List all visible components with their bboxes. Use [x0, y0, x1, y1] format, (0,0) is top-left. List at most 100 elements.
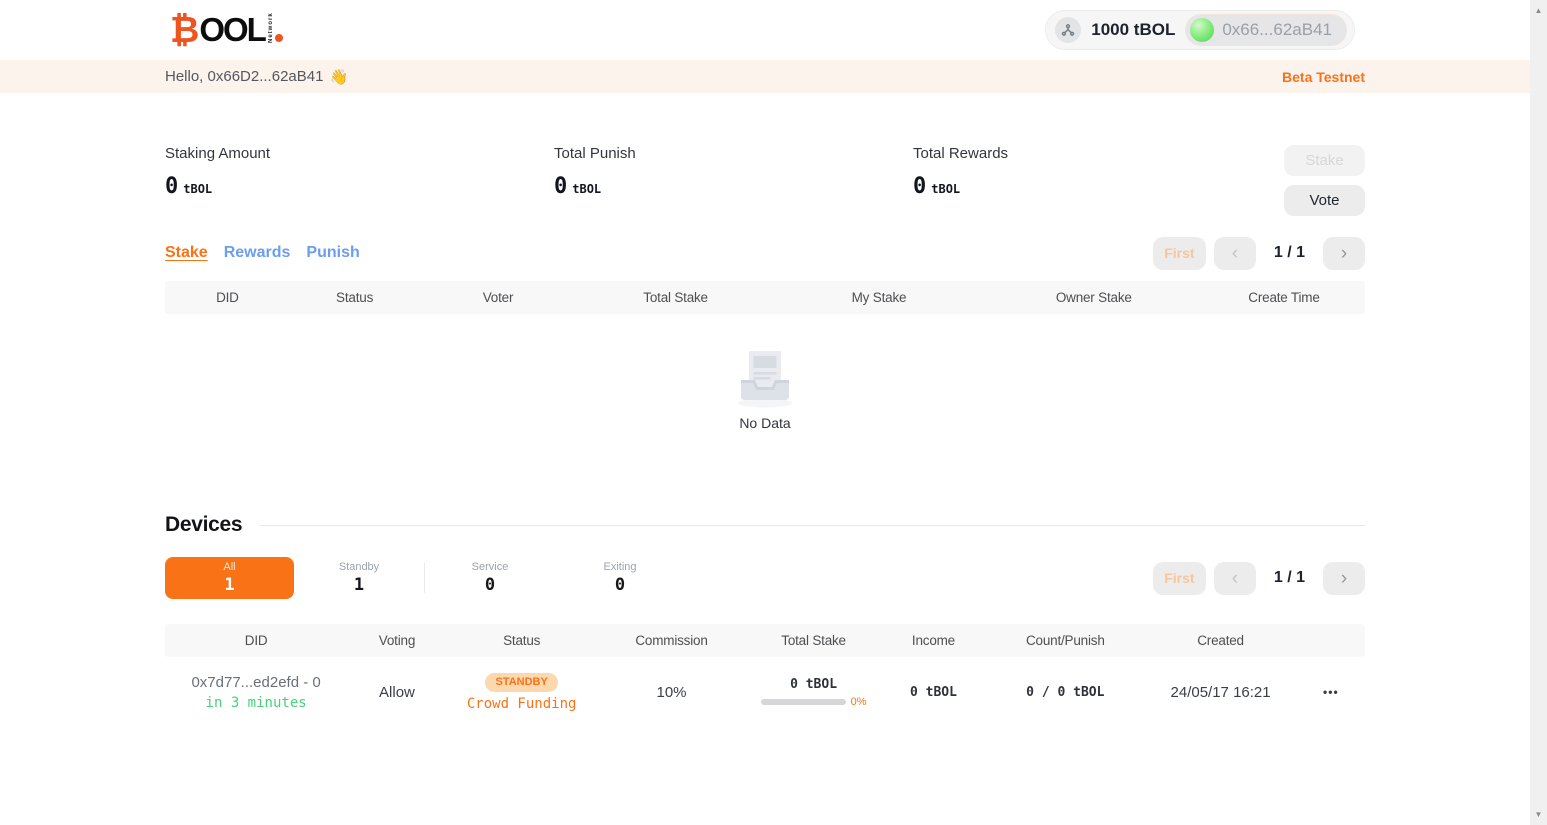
- logo-letters: OOL: [199, 15, 265, 45]
- column-header-status: Status: [290, 290, 420, 305]
- tab-punish[interactable]: Punish: [306, 244, 359, 262]
- logo-dot: [275, 34, 283, 42]
- chevron-left-icon: ‹: [1232, 569, 1238, 588]
- divider-line: [260, 525, 1365, 526]
- token-balance: 1000 tBOL: [1091, 20, 1175, 40]
- device-filters: All 1 Standby 1 Service 0 Exiting 0: [165, 557, 685, 599]
- column-header-created: Created: [1144, 633, 1296, 648]
- devices-header: Devices: [165, 513, 1365, 537]
- chevron-right-icon: ›: [1341, 569, 1347, 588]
- column-header-count-punish: Count/Punish: [986, 633, 1144, 648]
- stake-tabs-row: Stake Rewards Punish First ‹ 1 / 1 ›: [165, 236, 1365, 270]
- column-header-owner-stake: Owner Stake: [983, 290, 1204, 305]
- column-header-commission: Commission: [597, 633, 747, 648]
- device-income-cell: 0 tBOL: [881, 685, 987, 700]
- filter-value: 1: [224, 574, 234, 596]
- hello-bar: Hello, 0x66D2...62aB41 👋 Beta Testnet: [0, 60, 1530, 93]
- no-data-label: No Data: [739, 415, 790, 431]
- bool-network-logo[interactable]: ₿ OOL Network: [170, 15, 283, 45]
- scroll-up-arrow-icon[interactable]: ▲: [1530, 2, 1547, 19]
- filter-label: Service: [472, 560, 509, 574]
- stat-value: 0: [554, 174, 567, 199]
- column-header-create-time: Create Time: [1204, 290, 1364, 305]
- next-page-button[interactable]: ›: [1323, 562, 1365, 595]
- page-indicator: 1 / 1: [1274, 569, 1305, 587]
- wallet-balance-pill[interactable]: 1000 tBOL 0x66...62aB41: [1045, 10, 1355, 50]
- first-page-button[interactable]: First: [1153, 237, 1206, 270]
- stat-total-punish: Total Punish 0 tBOL: [554, 145, 913, 216]
- standby-status-badge: STANDBY: [485, 673, 557, 692]
- column-header-my-stake: My Stake: [775, 290, 984, 305]
- stat-label: Total Rewards: [913, 145, 1284, 162]
- column-header-voting: Voting: [347, 633, 447, 648]
- column-header-status: Status: [447, 633, 597, 648]
- device-time-note: in 3 minutes: [206, 695, 307, 711]
- stat-unit: tBOL: [931, 182, 960, 196]
- scroll-down-arrow-icon[interactable]: ▼: [1530, 806, 1547, 823]
- logo-network-text: Network: [268, 17, 274, 43]
- wallet-address-pill[interactable]: 0x66...62aB41: [1185, 14, 1347, 46]
- total-stake-value: 0 tBOL: [790, 677, 837, 692]
- filter-value: 0: [615, 574, 625, 596]
- column-header-total-stake: Total Stake: [577, 290, 775, 305]
- stake-pagination: First ‹ 1 / 1 ›: [1153, 237, 1365, 270]
- device-voting-cell: Allow: [347, 684, 447, 701]
- device-status-cell: STANDBY Crowd Funding: [447, 673, 597, 712]
- income-value: 0 tBOL: [910, 685, 957, 700]
- greeting: Hello, 0x66D2...62aB41 👋: [165, 68, 348, 86]
- prev-page-button[interactable]: ‹: [1214, 237, 1256, 270]
- voting-value: Allow: [379, 684, 415, 701]
- devices-pagination: First ‹ 1 / 1 ›: [1153, 562, 1365, 595]
- count-punish-value: 0 / 0 tBOL: [1026, 685, 1104, 700]
- progress-percent: 0%: [851, 696, 867, 708]
- device-count-punish-cell: 0 / 0 tBOL: [986, 685, 1144, 700]
- stake-button[interactable]: Stake: [1284, 145, 1365, 176]
- prev-page-button[interactable]: ‹: [1214, 562, 1256, 595]
- tab-stake[interactable]: Stake: [165, 244, 208, 262]
- page-scrollbar[interactable]: ▲ ▼: [1530, 0, 1547, 825]
- device-total-stake-cell: 0 tBOL 0%: [746, 677, 880, 708]
- progress-bar: [761, 699, 846, 705]
- chevron-right-icon: ›: [1341, 244, 1347, 263]
- device-table-row: 0x7d77...ed2efd - 0 in 3 minutes Allow S…: [165, 657, 1365, 727]
- empty-inbox-icon: [732, 347, 798, 409]
- filter-value: 1: [354, 574, 364, 596]
- devices-table-header: DID Voting Status Commission Total Stake…: [165, 624, 1365, 657]
- device-filters-row: All 1 Standby 1 Service 0 Exiting 0: [165, 557, 1365, 599]
- filter-standby[interactable]: Standby 1: [294, 560, 424, 596]
- column-header-income: Income: [881, 633, 987, 648]
- chevron-left-icon: ‹: [1232, 244, 1238, 263]
- device-actions-cell: •••: [1297, 685, 1365, 699]
- vote-button[interactable]: Vote: [1284, 185, 1365, 216]
- action-buttons: Stake Vote: [1284, 145, 1365, 216]
- first-page-button[interactable]: First: [1153, 562, 1206, 595]
- network-nodes-icon: [1061, 23, 1075, 37]
- page-indicator: 1 / 1: [1274, 244, 1305, 262]
- stat-staking-amount: Staking Amount 0 tBOL: [165, 145, 554, 216]
- crowd-funding-label: Crowd Funding: [467, 696, 577, 712]
- wallet-avatar: [1190, 18, 1214, 42]
- page: ₿ OOL Network 1000 tBOL 0x66...62aB41 He…: [0, 0, 1530, 825]
- stat-total-rewards: Total Rewards 0 tBOL: [913, 145, 1284, 216]
- top-header: ₿ OOL Network 1000 tBOL 0x66...62aB41: [0, 0, 1530, 60]
- wave-emoji: 👋: [329, 68, 348, 86]
- beta-testnet-badge: Beta Testnet: [1282, 69, 1365, 85]
- logo-bitcoin-b: ₿: [170, 15, 199, 45]
- row-menu-ellipsis-icon[interactable]: •••: [1323, 685, 1339, 699]
- devices-title: Devices: [165, 513, 242, 537]
- tab-rewards[interactable]: Rewards: [224, 244, 291, 262]
- wallet-address: 0x66...62aB41: [1222, 20, 1332, 40]
- column-header-total-stake: Total Stake: [746, 633, 880, 648]
- filter-value: 0: [485, 574, 495, 596]
- filter-all[interactable]: All 1: [165, 557, 294, 599]
- filter-service[interactable]: Service 0: [425, 560, 555, 596]
- next-page-button[interactable]: ›: [1323, 237, 1365, 270]
- device-did: 0x7d77...ed2efd - 0: [191, 674, 320, 691]
- stat-label: Total Punish: [554, 145, 913, 162]
- filter-exiting[interactable]: Exiting 0: [555, 560, 685, 596]
- filter-label: Standby: [339, 560, 379, 574]
- column-header-did: DID: [165, 633, 347, 648]
- column-header-voter: Voter: [419, 290, 576, 305]
- device-commission-cell: 10%: [597, 684, 747, 701]
- stat-unit: tBOL: [183, 182, 212, 196]
